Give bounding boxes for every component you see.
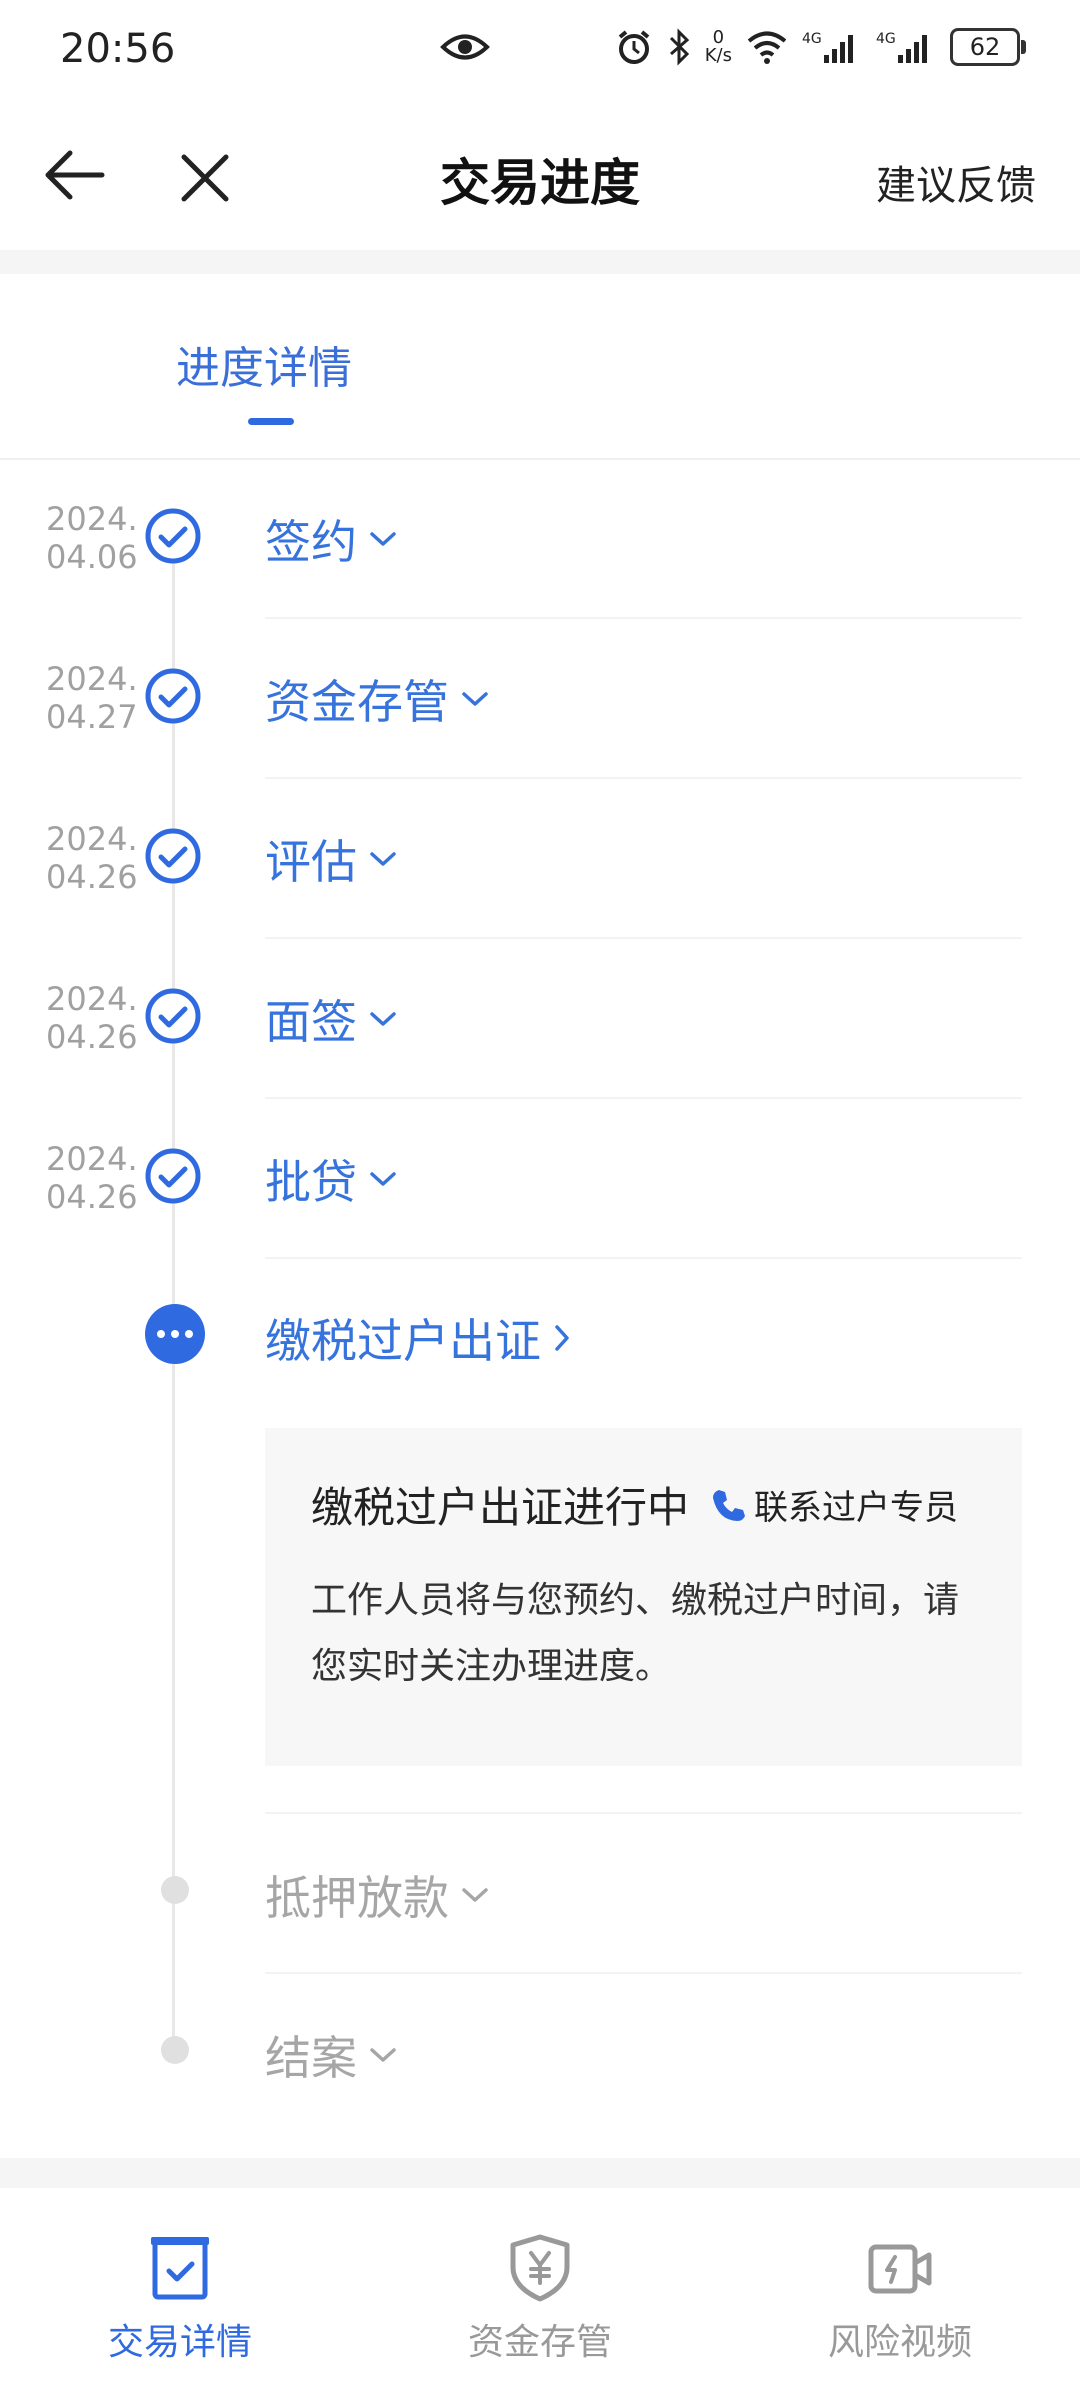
step-date: 2024. 04.26 bbox=[46, 1140, 138, 1216]
section-gap bbox=[0, 250, 1080, 274]
step-title[interactable]: 批贷 bbox=[265, 1146, 397, 1212]
video-icon bbox=[868, 2244, 932, 2294]
chevron-down-icon bbox=[462, 692, 488, 706]
svg-text:4G: 4G bbox=[876, 31, 896, 47]
date-year: 2024. bbox=[46, 500, 138, 538]
date-day: 04.06 bbox=[46, 538, 138, 576]
step-title[interactable]: 资金存管 bbox=[265, 666, 489, 732]
in-progress-icon bbox=[145, 1304, 205, 1364]
date-year: 2024. bbox=[46, 660, 138, 698]
tab-progress-details[interactable]: 进度详情 bbox=[176, 332, 352, 396]
date-day: 04.26 bbox=[46, 858, 138, 896]
date-year: 2024. bbox=[46, 980, 138, 1018]
header: 交易进度 建议反馈 bbox=[0, 105, 1080, 250]
timeline-line bbox=[172, 535, 175, 2050]
step-title-text: 评估 bbox=[265, 835, 357, 889]
divider bbox=[265, 937, 1022, 939]
chevron-down-icon bbox=[370, 852, 396, 866]
date-day: 04.26 bbox=[46, 1178, 138, 1216]
phone-icon bbox=[713, 1489, 745, 1521]
yuan-shield-icon bbox=[510, 2234, 570, 2302]
chevron-down-icon bbox=[370, 532, 396, 546]
step-title[interactable]: 缴税过户出证 bbox=[265, 1305, 571, 1371]
step-title[interactable]: 评估 bbox=[265, 826, 397, 892]
chevron-right-icon bbox=[555, 1325, 569, 1351]
divider bbox=[265, 1257, 1022, 1259]
net-speed: 0 K/s bbox=[705, 29, 732, 65]
chevron-down-icon bbox=[370, 2048, 396, 2062]
step-title-text: 抵押放款 bbox=[265, 1871, 449, 1925]
step-date: 2024. 04.06 bbox=[46, 500, 138, 576]
nav-label: 资金存管 bbox=[467, 2322, 612, 2363]
clipboard-check-icon bbox=[151, 2237, 209, 2300]
step-title-text: 缴税过户出证 bbox=[265, 1314, 541, 1368]
divider bbox=[265, 777, 1022, 779]
tab-indicator bbox=[248, 418, 294, 425]
check-circle-icon bbox=[145, 668, 201, 724]
step-date: 2024. 04.27 bbox=[46, 660, 138, 736]
step-title-text: 批贷 bbox=[265, 1155, 357, 1209]
step-title-text: 签约 bbox=[265, 515, 357, 569]
step-title[interactable]: 结案 bbox=[265, 2022, 397, 2088]
contact-label: 联系过户专员 bbox=[754, 1488, 958, 1528]
date-year: 2024. bbox=[46, 1140, 138, 1178]
step-date: 2024. 04.26 bbox=[46, 820, 138, 896]
status-icons: 0 K/s 4G 4G 62 bbox=[615, 28, 1026, 66]
divider bbox=[265, 1097, 1022, 1099]
pending-dot-icon bbox=[161, 2036, 189, 2064]
chevron-down-icon bbox=[370, 1012, 396, 1026]
bluetooth-icon bbox=[669, 28, 689, 66]
date-day: 04.26 bbox=[46, 1018, 138, 1056]
step-title[interactable]: 抵押放款 bbox=[265, 1862, 489, 1928]
divider bbox=[265, 617, 1022, 619]
signal-4g-icon: 4G bbox=[876, 31, 927, 63]
card-description: 工作人员将与您预约、缴税过户时间，请您实时关注办理进度。 bbox=[311, 1580, 960, 1687]
net-speed-unit: K/s bbox=[704, 45, 732, 66]
card-status: 缴税过户出证进行中 bbox=[311, 1483, 690, 1532]
chevron-down-icon bbox=[462, 1888, 488, 1902]
date-day: 04.27 bbox=[46, 698, 138, 736]
check-circle-icon bbox=[145, 1148, 201, 1204]
svg-text:4G: 4G bbox=[802, 31, 822, 47]
check-circle-icon bbox=[145, 828, 201, 884]
step-title-text: 面签 bbox=[265, 995, 357, 1049]
signal-4g-icon: 4G bbox=[802, 31, 853, 63]
step-date: 2024. 04.26 bbox=[46, 980, 138, 1056]
chevron-down-icon bbox=[370, 1172, 396, 1186]
nav-label: 交易详情 bbox=[107, 2322, 252, 2363]
wifi-icon bbox=[747, 31, 787, 64]
feedback-link[interactable]: 建议反馈 bbox=[876, 153, 1036, 211]
status-time: 20:56 bbox=[60, 26, 176, 72]
bottom-separator bbox=[0, 2158, 1080, 2188]
divider bbox=[265, 1812, 1022, 1814]
battery-indicator: 62 bbox=[950, 28, 1026, 66]
status-bar: 20:56 0 K/s 4G 4G 62 bbox=[0, 0, 1080, 105]
divider bbox=[0, 458, 1080, 460]
nav-label: 风险视频 bbox=[827, 2322, 972, 2363]
step-title[interactable]: 签约 bbox=[265, 506, 397, 572]
progress-info-card: 缴税过户出证进行中 联系过户专员 工作人员将与您预约、缴税过户时间，请您实时关注… bbox=[265, 1428, 1022, 1766]
nav-risk-video[interactable]: 风险视频 bbox=[780, 2233, 1020, 2365]
step-title-text: 结案 bbox=[265, 2031, 357, 2085]
nav-fund-custody[interactable]: 资金存管 bbox=[420, 2233, 660, 2365]
bottom-nav: 交易详情 资金存管 风险视频 bbox=[0, 2188, 1080, 2382]
date-year: 2024. bbox=[46, 820, 138, 858]
step-title-text: 资金存管 bbox=[265, 675, 449, 729]
step-title[interactable]: 面签 bbox=[265, 986, 397, 1052]
eye-icon bbox=[440, 30, 490, 68]
check-circle-icon bbox=[145, 508, 201, 564]
pending-dot-icon bbox=[161, 1876, 189, 1904]
nav-transaction-details[interactable]: 交易详情 bbox=[60, 2233, 300, 2365]
divider bbox=[265, 1972, 1022, 1974]
alarm-icon bbox=[618, 30, 650, 64]
check-circle-icon bbox=[145, 988, 201, 1044]
contact-transfer-agent-button[interactable]: 联系过户专员 bbox=[710, 1480, 958, 1529]
